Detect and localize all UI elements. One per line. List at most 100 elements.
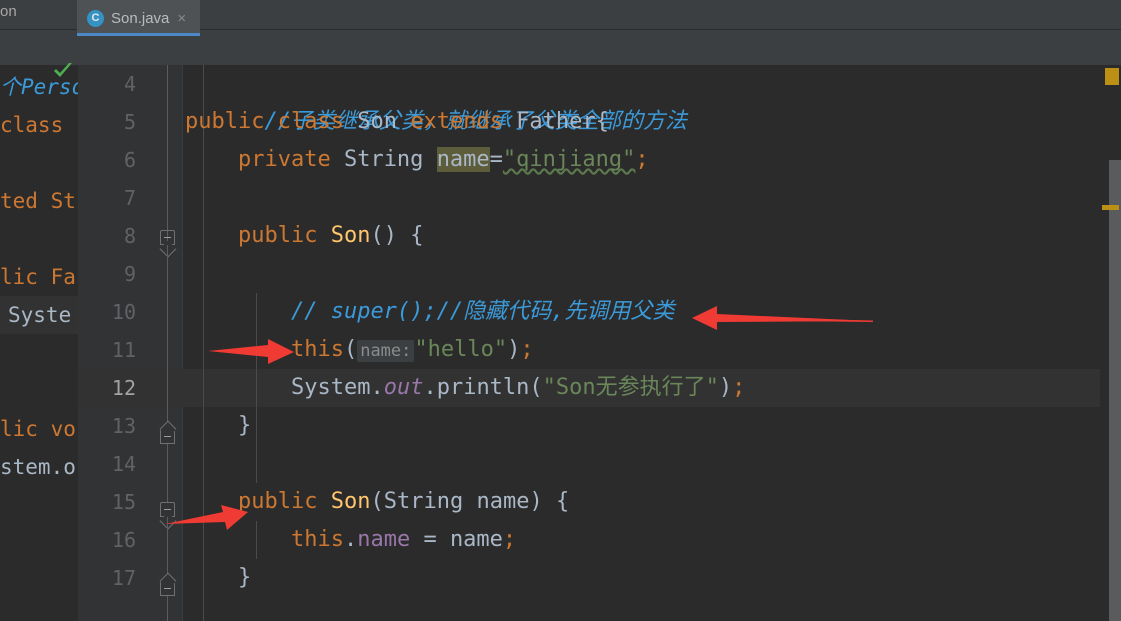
java-class-icon: C [87, 9, 104, 27]
line-number: 16 [111, 528, 136, 552]
static-field-out: out [383, 375, 424, 400]
background-code-line: class [0, 113, 64, 137]
keyword-public: public [237, 489, 318, 514]
semicolon: ; [635, 147, 649, 172]
editor-marker-bar[interactable] [1100, 65, 1121, 621]
tab-label: Son.java [111, 9, 170, 27]
fold-region-line [167, 444, 168, 502]
dot: . [423, 375, 437, 400]
fold-collapse-icon[interactable] [160, 502, 175, 517]
superclass-father: Father{ [516, 109, 609, 134]
keyword-public: public [185, 109, 265, 134]
string-literal-qinjiang: "qinjiang" [502, 147, 636, 172]
class-name-son: Son [357, 109, 397, 134]
assign-operator: = [489, 147, 503, 172]
constructor-son: Son [330, 223, 371, 248]
background-code-line: lic Fa [0, 265, 76, 289]
code-line-13: } [185, 407, 251, 445]
class-system: System [290, 375, 371, 400]
code-line-5: public class Son extends Father{ [185, 103, 609, 141]
code-line-10: // super();//隐藏代码,先调用父类 [185, 293, 674, 331]
fold-end-icon[interactable] [160, 581, 175, 596]
close-brace: } [237, 565, 252, 590]
method-println: println [436, 375, 530, 400]
ide-window: learn 个Perso class ted St lic Fa Syste l… [0, 0, 1121, 621]
inspection-warning-marker[interactable] [1105, 68, 1119, 85]
open-brace: { [555, 489, 570, 514]
semicolon: ; [520, 337, 534, 362]
semicolon: ; [732, 375, 746, 400]
tab-son-java[interactable]: C Son.java × [77, 0, 200, 36]
code-line-12: System.out.println("Son无参执行了"); [185, 369, 745, 407]
line-number: 17 [111, 566, 136, 590]
keyword-class: class [277, 109, 344, 134]
keyword-this: this [290, 527, 344, 552]
background-code-line: ted St [0, 189, 76, 213]
code-line-8: public Son() { [185, 217, 423, 255]
background-code-line: stem.o [0, 455, 76, 479]
background-code-line: lic vo [0, 417, 76, 441]
code-line-17: } [185, 559, 251, 597]
tab-active-underline [77, 33, 200, 36]
inspection-ok-icon[interactable] [52, 62, 74, 80]
rparen: ) [718, 375, 733, 400]
line-number: 13 [111, 414, 136, 438]
code-line-15: public Son(String name) { [185, 483, 569, 521]
code-editor[interactable]: 4 5 6 7 8 9 10 11 12 13 14 15 16 17 //子类… [78, 65, 1121, 621]
code-line-11: this(name: "hello"); [185, 331, 534, 369]
line-number: 11 [111, 338, 136, 362]
line-number-current: 12 [111, 376, 136, 400]
lparen: ( [343, 337, 358, 362]
field-name-highlighted: name [436, 147, 490, 172]
param-name: name [476, 489, 530, 514]
constructor-son: Son [330, 489, 371, 514]
rparen: ) [529, 489, 543, 514]
line-number: 14 [111, 452, 136, 476]
fold-region-line [167, 245, 168, 431]
gutter-separator [182, 65, 183, 621]
lparen: ( [370, 489, 384, 514]
code-line-16: this.name = name; [185, 521, 516, 559]
line-number: 6 [123, 148, 136, 172]
warning-stripe-marker[interactable] [1102, 205, 1119, 210]
close-icon[interactable]: × [177, 11, 186, 26]
field-name: name [357, 527, 411, 552]
comment-token: // super();//隐藏代码,先调用父类 [290, 299, 675, 324]
semicolon: ; [502, 527, 517, 552]
close-brace: } [237, 413, 252, 438]
line-number: 4 [123, 72, 136, 96]
editor-scrollbar[interactable] [1109, 160, 1121, 621]
line-number: 15 [111, 490, 136, 514]
fold-region-line [167, 596, 168, 621]
keyword-public: public [237, 223, 318, 248]
fold-region-line [167, 65, 168, 245]
keyword-private: private [237, 147, 331, 172]
type-string: String [383, 489, 464, 514]
line-number: 5 [123, 110, 136, 134]
fold-collapse-icon[interactable] [160, 230, 175, 245]
keyword-extends: extends [410, 109, 503, 134]
code-line-6: private String name="qinjiang"; [185, 141, 649, 179]
rparen: ) [507, 337, 521, 362]
lparen: ( [529, 375, 543, 400]
line-number: 7 [123, 186, 136, 210]
dot: . [343, 527, 358, 552]
assign-operator: = [423, 527, 437, 552]
open-brace: { [410, 223, 424, 248]
line-number: 10 [111, 300, 136, 324]
parens: () [370, 223, 397, 248]
code-line-4: //子类继承父类，就继承了父类全部的方法 [185, 65, 687, 134]
fold-end-icon[interactable] [160, 429, 175, 444]
keyword-this: this [290, 337, 344, 362]
background-code-line-current: Syste [0, 296, 80, 334]
dot: . [370, 375, 384, 400]
line-number: 9 [123, 262, 136, 286]
line-number: 8 [123, 224, 136, 248]
param-ref: name [449, 527, 503, 552]
string-literal-son-noarg: "Son无参执行了" [542, 375, 719, 400]
parameter-hint: name: [357, 340, 415, 362]
string-literal-hello: "hello" [414, 337, 508, 362]
background-editor-pane[interactable]: learn 个Perso class ted St lic Fa Syste l… [0, 30, 80, 621]
type-string: String [343, 147, 424, 172]
toolbar-strip-label: on [0, 3, 17, 20]
